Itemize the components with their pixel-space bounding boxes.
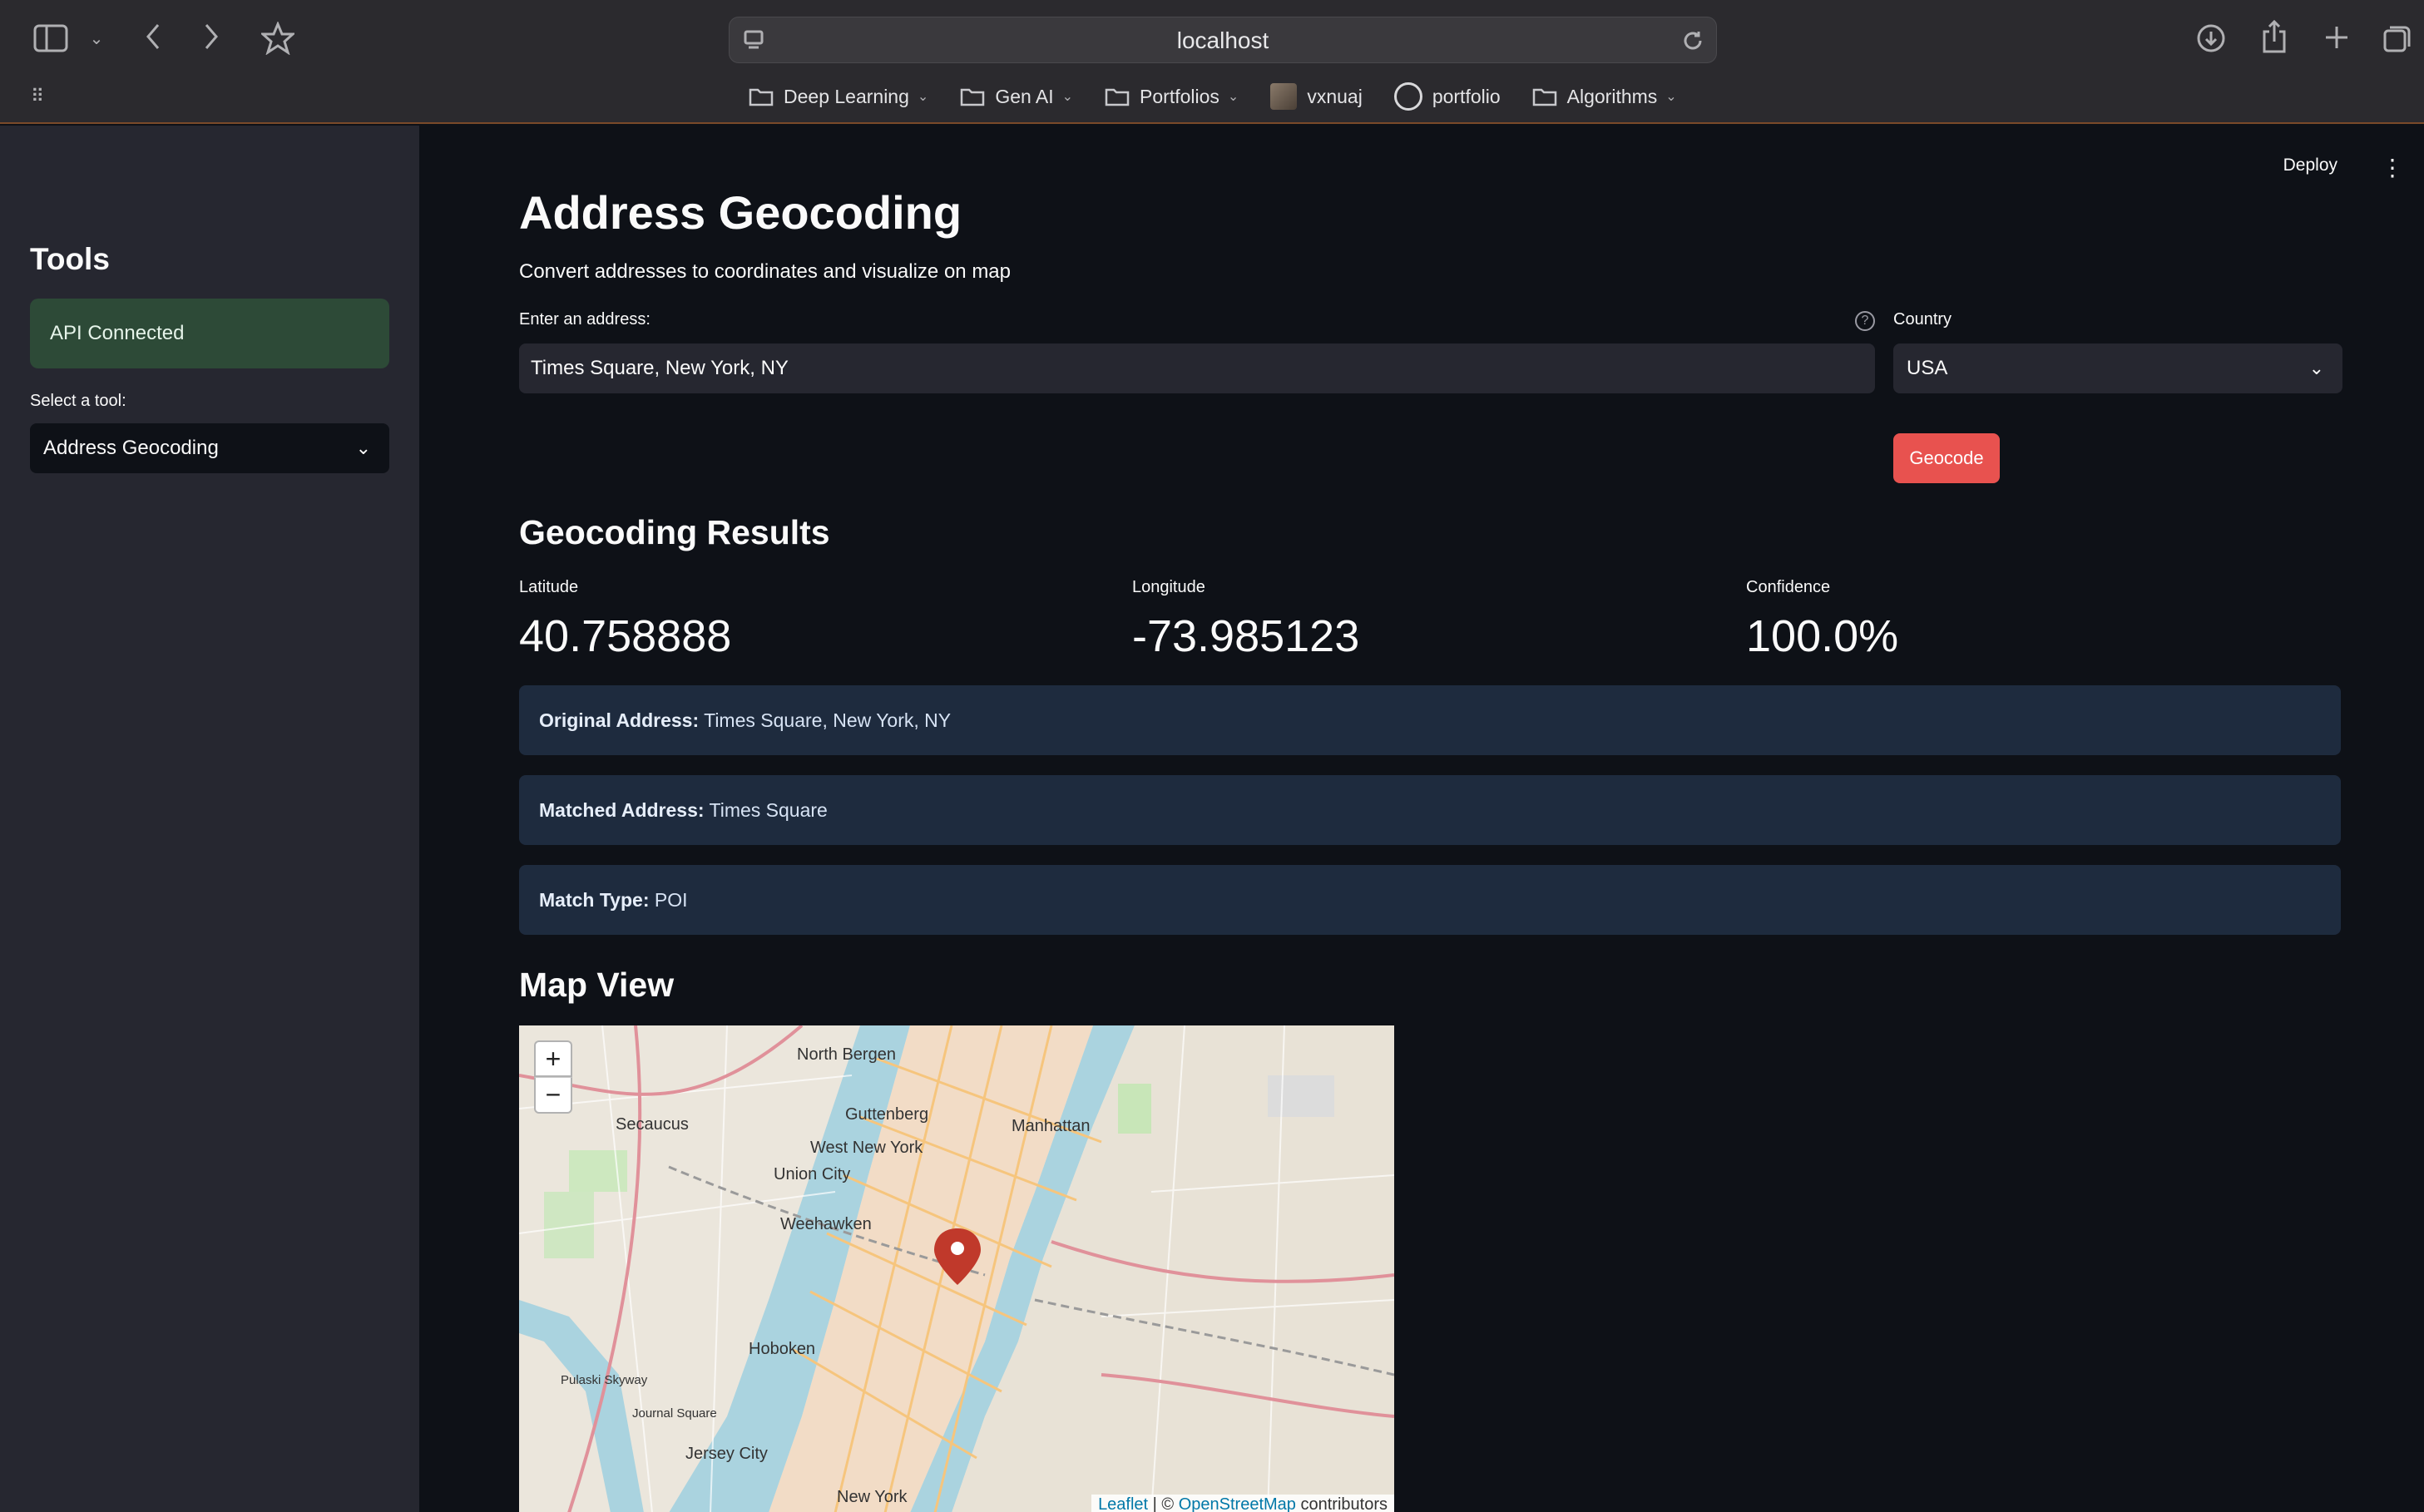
- bookmark-algorithms[interactable]: Algorithms ⌄: [1532, 86, 1677, 108]
- map-label: Secaucus: [616, 1115, 689, 1134]
- country-select-value: USA: [1907, 357, 1948, 379]
- address-input[interactable]: [519, 343, 1875, 393]
- map-view[interactable]: North Bergen Guttenberg West New York Se…: [519, 1025, 1394, 1512]
- sidebar: Tools API Connected Select a tool: Addre…: [0, 126, 419, 1512]
- folder-icon: [749, 88, 774, 106]
- original-address-info: Original Address: Times Square, New York…: [519, 685, 2341, 755]
- map-attribution: Leaflet | © OpenStreetMap contributors: [1091, 1495, 1394, 1512]
- bookmark-deep-learning[interactable]: Deep Learning ⌄: [749, 86, 928, 108]
- map-label: New York: [837, 1488, 908, 1506]
- info-key: Original Address:: [539, 709, 700, 731]
- api-status-alert: API Connected: [30, 299, 389, 368]
- leaflet-link[interactable]: Leaflet: [1098, 1495, 1148, 1512]
- page-title: Address Geocoding: [519, 186, 962, 239]
- bookmarks-bar: Deep Learning ⌄ Gen AI ⌄ Portfolios ⌄ vx…: [749, 80, 1677, 113]
- url-text: localhost: [1176, 27, 1269, 53]
- bookmark-label: portfolio: [1432, 85, 1501, 107]
- chevron-down-icon: ⌄: [1061, 90, 1074, 104]
- bookmark-label: Algorithms: [1566, 85, 1658, 107]
- attribution-tail: contributors: [1295, 1495, 1388, 1512]
- apps-grid-icon[interactable]: ⠿: [25, 85, 50, 108]
- bookmark-label: Portfolios: [1140, 85, 1219, 107]
- map-label: West New York: [810, 1139, 923, 1157]
- chevron-down-icon: ⌄: [1227, 90, 1239, 104]
- zoom-out-button[interactable]: −: [534, 1077, 572, 1114]
- metric-label: Latitude: [519, 578, 579, 596]
- chevron-down-icon: ⌄: [355, 437, 371, 458]
- chevron-down-icon: ⌄: [2308, 358, 2324, 378]
- tool-select[interactable]: Address Geocoding ⌄: [30, 423, 389, 473]
- main-content: Deploy ⋮ Address Geocoding Convert addre…: [419, 126, 2424, 1512]
- results-heading: Geocoding Results: [519, 513, 830, 551]
- folder-icon: [1105, 88, 1130, 106]
- forward-icon[interactable]: [196, 20, 226, 53]
- info-key: Match Type:: [539, 889, 650, 911]
- bookmark-portfolios[interactable]: Portfolios ⌄: [1105, 86, 1239, 108]
- metric-confidence: Confidence 100.0%: [1746, 578, 1898, 662]
- country-label: Country: [1893, 310, 1952, 329]
- reload-icon[interactable]: [1679, 27, 1706, 54]
- map-tiles: [519, 1025, 1394, 1512]
- map-label: Manhattan: [1012, 1117, 1091, 1135]
- bookmark-star-icon[interactable]: [260, 20, 296, 57]
- metric-label: Longitude: [1132, 578, 1205, 596]
- avatar-thumbnail: [1270, 83, 1298, 110]
- bookmark-vxnuaj[interactable]: vxnuaj: [1270, 83, 1363, 110]
- share-icon[interactable]: [2258, 18, 2291, 55]
- info-value: POI: [654, 889, 688, 911]
- bookmark-portfolio[interactable]: portfolio: [1393, 82, 1501, 111]
- globe-icon: [1393, 82, 1422, 111]
- map-label: Journal Square: [632, 1406, 717, 1421]
- metric-value: -73.985123: [1132, 611, 1360, 661]
- back-icon[interactable]: [138, 20, 168, 53]
- matched-address-info: Matched Address: Times Square: [519, 775, 2341, 845]
- metric-latitude: Latitude 40.758888: [519, 578, 731, 662]
- new-tab-icon[interactable]: [2321, 22, 2352, 53]
- metric-value: 100.0%: [1746, 611, 1899, 661]
- map-heading: Map View: [519, 966, 675, 1004]
- map-label: Union City: [774, 1165, 851, 1183]
- chevron-down-icon[interactable]: ⌄: [87, 25, 106, 52]
- info-key: Matched Address:: [539, 799, 705, 821]
- metric-value: 40.758888: [519, 611, 732, 661]
- map-label: Pulaski Skyway: [561, 1373, 648, 1387]
- browser-toolbar: ⌄ ⠿ localhost Deep Learning ⌄ Gen AI ⌄ P…: [0, 0, 2424, 124]
- zoom-in-button[interactable]: +: [534, 1040, 572, 1077]
- bookmark-label: Deep Learning: [784, 85, 909, 107]
- info-value: Times Square: [709, 799, 828, 821]
- chevron-down-icon: ⌄: [917, 90, 929, 104]
- sidebar-toggle-icon[interactable]: [32, 22, 70, 55]
- chevron-down-icon: ⌄: [1665, 90, 1677, 104]
- country-select[interactable]: USA ⌄: [1893, 343, 2342, 393]
- osm-link[interactable]: OpenStreetMap: [1179, 1495, 1296, 1512]
- metric-label: Confidence: [1746, 578, 1831, 596]
- map-label: Weehawken: [780, 1215, 872, 1233]
- tool-select-value: Address Geocoding: [43, 437, 219, 459]
- help-icon[interactable]: ?: [1855, 311, 1875, 331]
- bookmark-label: vxnuaj: [1307, 85, 1363, 107]
- bookmark-gen-ai[interactable]: Gen AI ⌄: [960, 86, 1073, 108]
- address-bar[interactable]: localhost: [729, 17, 1717, 63]
- address-label: Enter an address:: [519, 310, 651, 329]
- geocode-button[interactable]: Geocode: [1893, 433, 2000, 483]
- tab-overview-icon[interactable]: [2381, 22, 2414, 55]
- deploy-button[interactable]: Deploy: [2283, 156, 2337, 175]
- tool-select-label: Select a tool:: [30, 392, 126, 410]
- attribution-separator: | ©: [1148, 1495, 1179, 1512]
- downloads-icon[interactable]: [2194, 22, 2228, 55]
- page-subtitle: Convert addresses to coordinates and vis…: [519, 260, 1011, 283]
- map-label: Hoboken: [749, 1340, 816, 1358]
- match-type-info: Match Type: POI: [519, 865, 2341, 935]
- folder-icon: [1532, 88, 1556, 106]
- map-label: Guttenberg: [845, 1105, 929, 1124]
- info-value: Times Square, New York, NY: [704, 709, 952, 731]
- map-label: Jersey City: [685, 1445, 768, 1463]
- metric-longitude: Longitude -73.985123: [1132, 578, 1359, 662]
- bookmark-label: Gen AI: [995, 85, 1054, 107]
- folder-icon: [961, 88, 985, 106]
- map-label: North Bergen: [797, 1045, 896, 1064]
- more-menu-icon[interactable]: ⋮: [2381, 154, 2404, 181]
- sidebar-heading: Tools: [30, 242, 110, 276]
